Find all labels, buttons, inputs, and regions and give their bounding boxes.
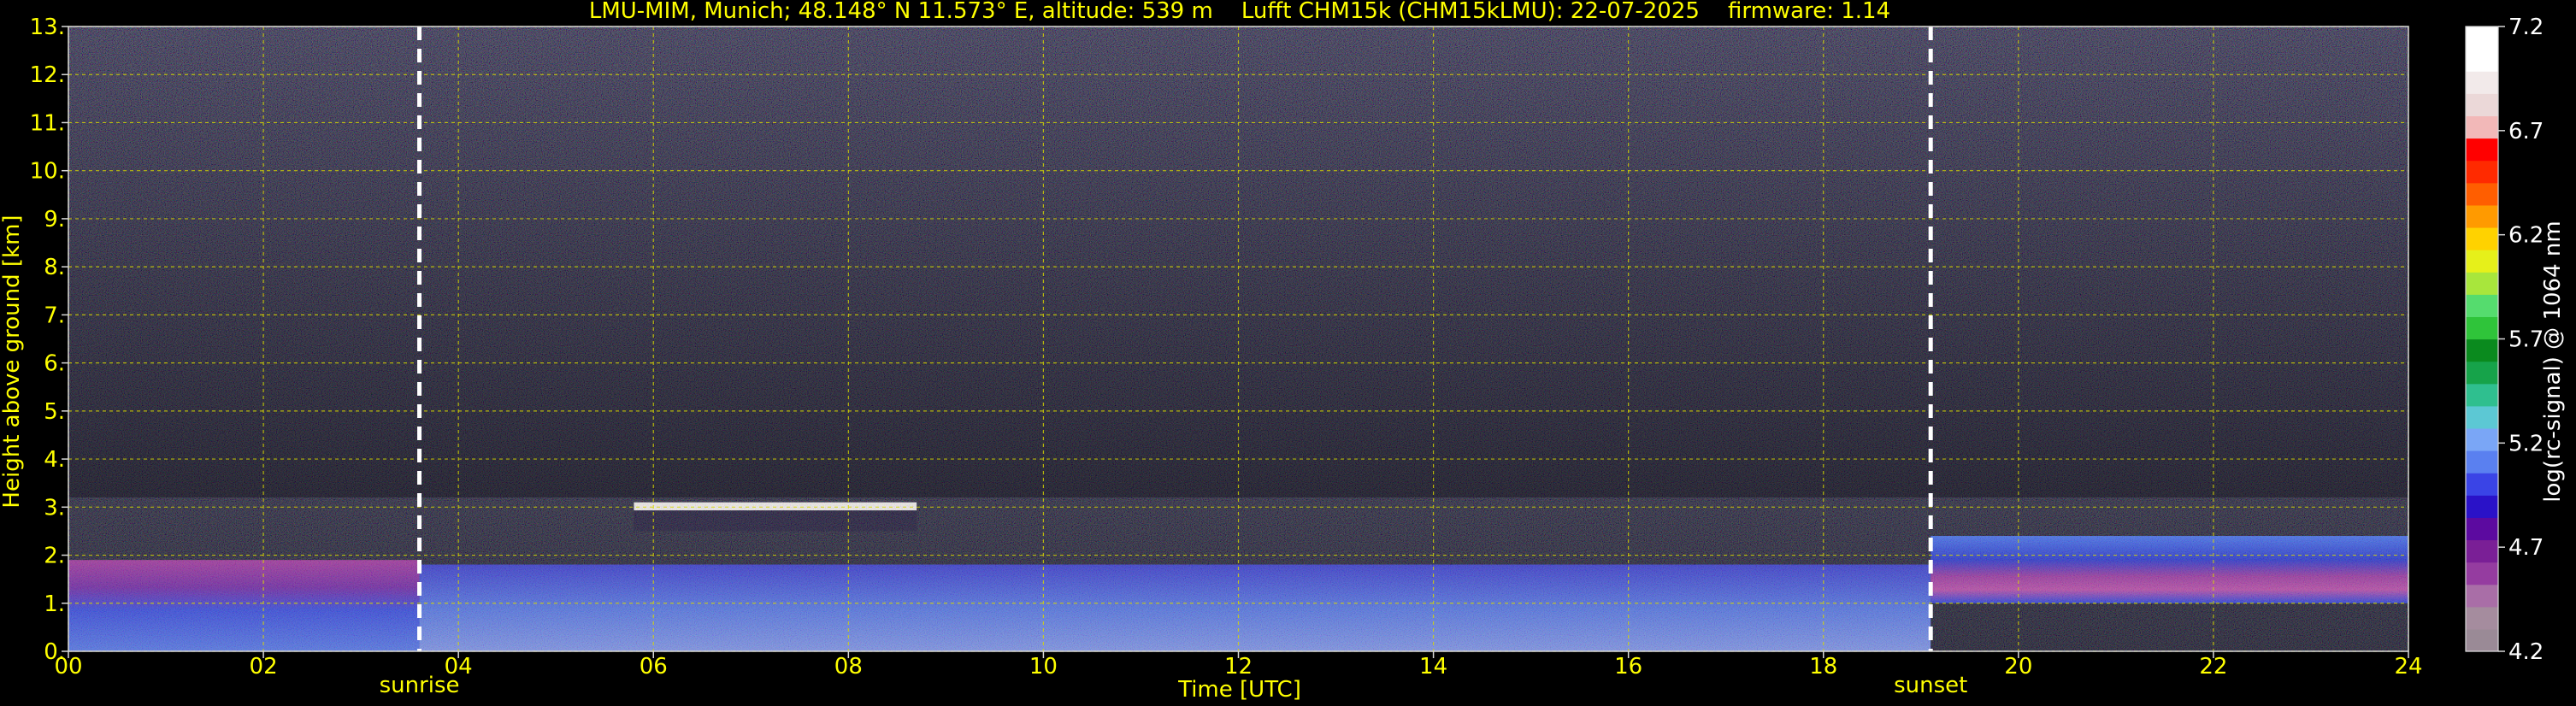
colorbar-segment bbox=[2466, 227, 2498, 250]
y-tick-label: 13. bbox=[30, 15, 65, 40]
colorbar-segment bbox=[2466, 182, 2498, 206]
colorbar-segment bbox=[2466, 450, 2498, 474]
y-tick-label: 2. bbox=[44, 544, 65, 569]
event-label-sunset: sunset bbox=[1894, 673, 1967, 698]
y-tick-label: 0. bbox=[44, 639, 65, 665]
colorbar-segment bbox=[2466, 495, 2498, 518]
y-tick-label: 8. bbox=[44, 255, 65, 280]
colorbar-tick-label: 7.2 bbox=[2508, 15, 2544, 40]
colorbar-tick-label: 4.2 bbox=[2508, 639, 2544, 665]
colorbar-tick-label: 4.7 bbox=[2508, 535, 2544, 561]
x-tick-label: 22 bbox=[2199, 654, 2227, 680]
colorbar-tick-label: 6.2 bbox=[2508, 223, 2544, 249]
colorbar: 4.2 4.7 5.2 5.7 6.2 6.7 7.2 bbox=[2465, 15, 2544, 665]
y-tick-label: 10. bbox=[30, 159, 65, 185]
colorbar-segment bbox=[2466, 49, 2498, 72]
y-tick-label: 11. bbox=[30, 110, 65, 136]
colorbar-segment bbox=[2466, 93, 2498, 117]
colorbar-segment bbox=[2466, 405, 2498, 429]
x-tick-label: 10 bbox=[1029, 654, 1058, 680]
y-tick-label: 5. bbox=[44, 399, 65, 425]
colorbar-tick-label: 6.7 bbox=[2508, 119, 2544, 144]
x-tick-label: 06 bbox=[640, 654, 668, 680]
y-tick-label: 7. bbox=[44, 303, 65, 328]
colorbar-segment bbox=[2466, 606, 2498, 630]
colorbar-tick-label: 5.7 bbox=[2508, 327, 2544, 353]
y-axis-label: Height above ground [km] bbox=[0, 215, 25, 508]
y-tick-label: 3. bbox=[44, 495, 65, 521]
colorbar-segment bbox=[2466, 539, 2498, 563]
colorbar-segment bbox=[2466, 138, 2498, 162]
colorbar-segment bbox=[2466, 584, 2498, 608]
x-tick-label: 18 bbox=[1809, 654, 1837, 680]
colorbar-segment bbox=[2466, 427, 2498, 451]
colorbar-segment bbox=[2466, 517, 2498, 541]
x-tick-label: 20 bbox=[2004, 654, 2032, 680]
colorbar-segment bbox=[2466, 383, 2498, 407]
x-tick-label: 08 bbox=[834, 654, 863, 680]
colorbar-segment bbox=[2466, 562, 2498, 585]
y-tick-label: 4. bbox=[44, 447, 65, 473]
x-tick-label: 16 bbox=[1614, 654, 1642, 680]
colorbar-segment bbox=[2466, 294, 2498, 317]
colorbar-segment bbox=[2466, 473, 2498, 496]
colorbar-segment bbox=[2466, 71, 2498, 94]
colorbar-segment bbox=[2466, 628, 2498, 652]
x-tick-label: 02 bbox=[250, 654, 278, 680]
x-tick-label: 12 bbox=[1224, 654, 1253, 680]
x-axis-label: Time [UTC] bbox=[1177, 677, 1301, 703]
lidar-chart: sunrise sunset 00 02 04 06 08 10 12 14 16 18 20 22 24… bbox=[0, 0, 2566, 703]
y-tick-label: 1. bbox=[44, 591, 65, 617]
y-tick-label: 9. bbox=[44, 207, 65, 232]
colorbar-label: log(rc-signal) @ 1064 nm bbox=[2540, 221, 2566, 502]
colorbar-segment bbox=[2466, 250, 2498, 273]
colorbar-segment bbox=[2466, 272, 2498, 295]
colorbar-segment bbox=[2466, 160, 2498, 184]
y-tick-label: 12. bbox=[30, 62, 65, 88]
x-tick-label: 14 bbox=[1419, 654, 1447, 680]
x-tick-label: 24 bbox=[2394, 654, 2422, 680]
colorbar-segment bbox=[2466, 338, 2498, 362]
colorbar-segment bbox=[2466, 115, 2498, 139]
colorbar-tick-label: 5.2 bbox=[2508, 431, 2544, 456]
x-tick-label: 04 bbox=[445, 654, 473, 680]
chart-title: LMU-MIM, Munich; 48.148° N 11.573° E, al… bbox=[589, 0, 1890, 24]
colorbar-segment bbox=[2466, 204, 2498, 228]
colorbar-segment bbox=[2466, 361, 2498, 385]
y-tick-label: 6. bbox=[44, 351, 65, 377]
colorbar-segment bbox=[2466, 316, 2498, 340]
colorbar-segment bbox=[2466, 26, 2498, 50]
